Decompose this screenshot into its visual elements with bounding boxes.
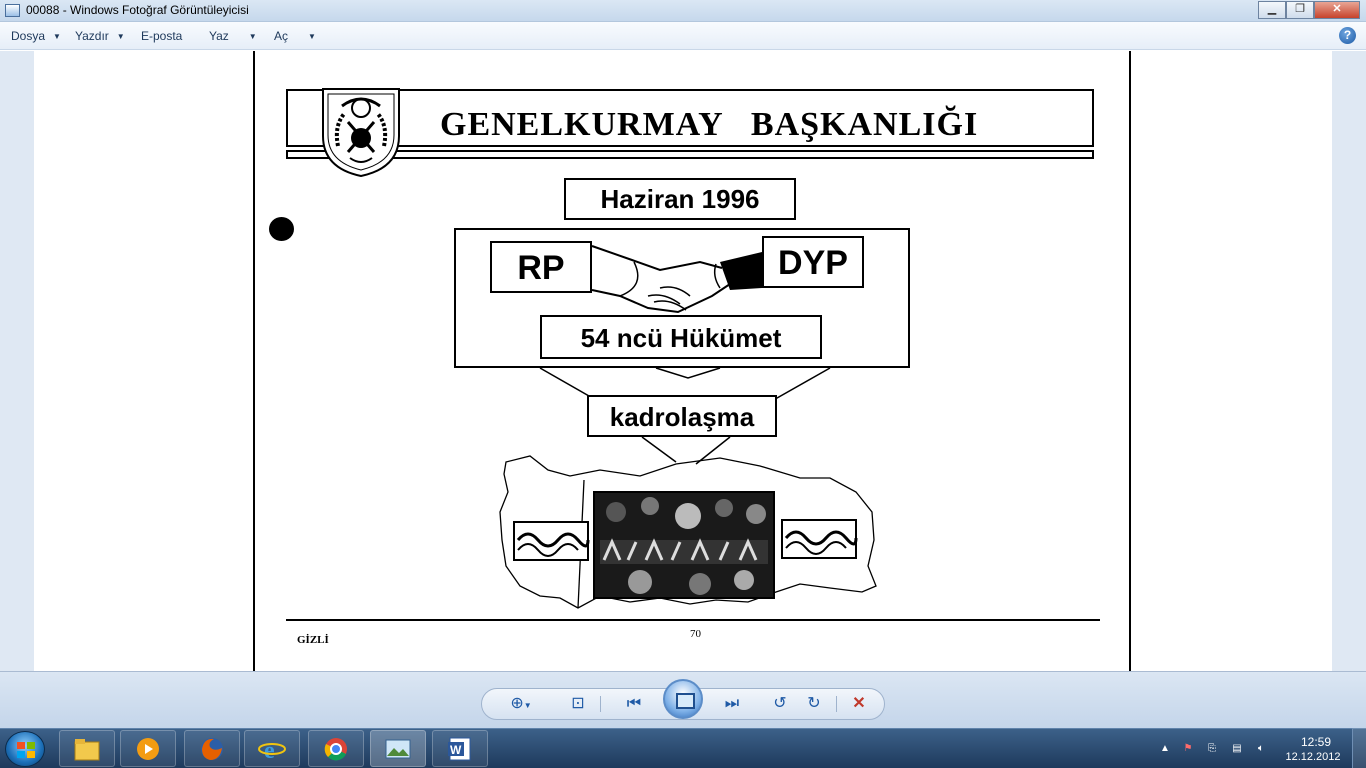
photo-viewer-icon [385, 739, 411, 759]
action-center-icon[interactable]: ⚑ [1181, 743, 1195, 755]
menu-print-label: Yazdır [75, 29, 109, 43]
firefox-icon [201, 738, 223, 760]
taskbar-internet-explorer[interactable]: e [244, 730, 300, 767]
start-button[interactable] [5, 731, 45, 767]
toolbar-separator [836, 696, 837, 712]
svg-text:W: W [450, 743, 462, 757]
punch-hole-mark [269, 217, 294, 241]
chrome-icon [324, 738, 347, 761]
volume-icon[interactable]: 🔈︎ [1254, 743, 1268, 755]
help-icon[interactable]: ? [1339, 27, 1356, 44]
header-underline-band [286, 150, 1094, 159]
classification-label: GİZLİ [297, 634, 329, 646]
chevron-down-icon: ▼ [248, 32, 257, 41]
window-title: 00088 - Windows Fotoğraf Görüntüleyicisi [26, 3, 249, 17]
taskbar: e W ▲ ⚑ ⎘ ▤ 🔈︎ [0, 728, 1366, 768]
menu-burn[interactable]: Yaz ▼ [209, 29, 257, 43]
taskbar-word[interactable]: W [432, 730, 488, 767]
window-controls: ▁ ❐ ✕ [1258, 1, 1360, 19]
file-explorer-icon [74, 739, 100, 761]
zoom-icon[interactable]: ⊕▼ [509, 692, 533, 716]
taskbar-chrome[interactable] [308, 730, 364, 767]
show-hidden-icons-icon[interactable]: ▲ [1158, 743, 1172, 755]
show-desktop-button[interactable] [1352, 728, 1366, 768]
menu-email[interactable]: E-posta [141, 29, 182, 43]
clock-date[interactable]: 12.12.2012 [1283, 751, 1343, 763]
chevron-down-icon: ▼ [53, 32, 61, 41]
party-box-rp: RP [490, 241, 592, 293]
internet-explorer-icon: e [258, 738, 286, 762]
party-box-dyp: DYP [762, 236, 864, 288]
restore-button[interactable]: ❐ [1286, 1, 1314, 19]
date-box: Haziran 1996 [564, 178, 796, 220]
menu-email-label: E-posta [141, 29, 183, 43]
title-bar[interactable]: 00088 - Windows Fotoğraf Görüntüleyicisi… [0, 0, 1366, 22]
viewport-margin-right [1332, 51, 1366, 671]
delete-icon[interactable]: ✕ [847, 692, 871, 716]
chevron-down-icon: ▼ [308, 32, 316, 41]
usb-device-icon[interactable]: ⎘ [1205, 743, 1219, 755]
media-player-icon [137, 738, 159, 760]
process-box: kadrolaşma [587, 395, 777, 437]
viewer-toolbar: ⊕▼ ⊡ ⏮ ⏭ ↺ ↻ ✕ [0, 671, 1366, 728]
slideshow-button[interactable] [663, 679, 703, 719]
taskbar-firefox[interactable] [184, 730, 240, 767]
close-button[interactable]: ✕ [1314, 1, 1360, 19]
taskbar-media-player[interactable] [120, 730, 176, 767]
menu-burn-label: Yaz [209, 29, 229, 43]
photo-viewer-icon [5, 4, 20, 17]
taskbar-photo-viewer[interactable] [370, 730, 426, 767]
next-icon[interactable]: ⏭ [720, 692, 744, 716]
page-number: 70 [690, 628, 701, 640]
menu-open[interactable]: Aç ▼ [274, 29, 316, 43]
document-title: GENELKURMAY BAŞKANLIĞI [440, 106, 979, 143]
rotate-right-icon[interactable]: ↻ [802, 692, 826, 716]
footer-rule [286, 619, 1100, 621]
chevron-down-icon: ▼ [116, 32, 125, 41]
menu-print[interactable]: Yazdır ▼ [75, 29, 125, 43]
viewport-margin-left [0, 51, 34, 671]
network-icon[interactable]: ▤ [1230, 743, 1244, 755]
clock-time[interactable]: 12:59 [1291, 735, 1341, 749]
rotate-left-icon[interactable]: ↺ [768, 692, 792, 716]
menu-file[interactable]: Dosya ▼ [11, 29, 61, 43]
menu-bar: Dosya ▼ Yazdır ▼ E-posta Yaz ▼ Aç ▼ ? [0, 22, 1366, 50]
windows-logo-icon [17, 742, 35, 758]
general-staff-emblem [322, 88, 400, 178]
menu-file-label: Dosya [11, 29, 46, 43]
minimize-button[interactable]: ▁ [1258, 1, 1286, 19]
previous-icon[interactable]: ⏮ [622, 692, 646, 716]
government-box: 54 ncü Hükümet [540, 315, 822, 359]
fit-window-icon[interactable]: ⊡ [566, 692, 590, 716]
toolbar-separator [600, 696, 601, 712]
menu-open-label: Aç [274, 29, 289, 43]
word-icon: W [448, 737, 471, 761]
taskbar-explorer[interactable] [59, 730, 115, 767]
svg-text:e: e [264, 738, 275, 762]
